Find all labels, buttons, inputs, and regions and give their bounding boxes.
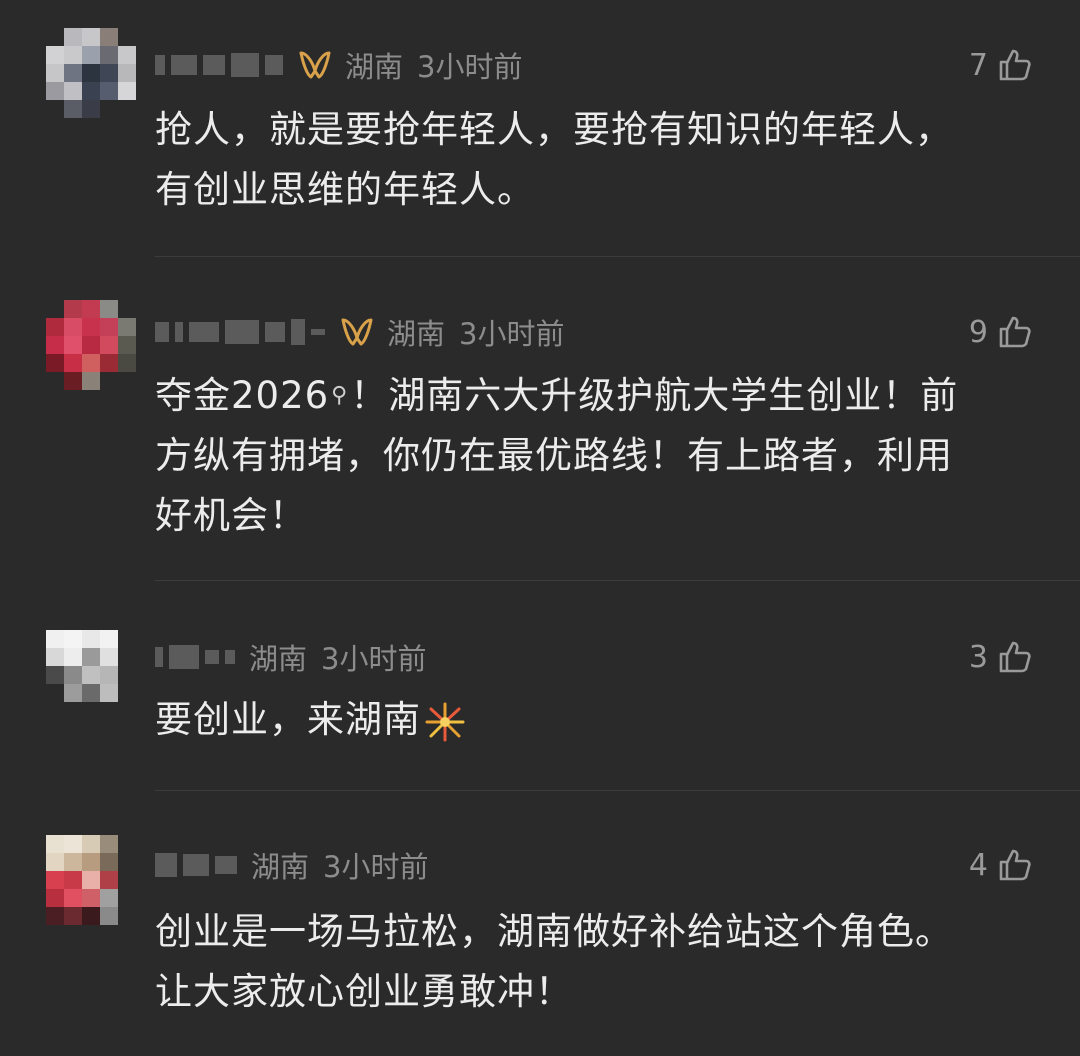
comment-text: 夺金2026⚲！湖南六大升级护航大学生创业！前 方纵有拥堵，你仍在最优路线！有上… bbox=[155, 366, 1040, 546]
like-button[interactable]: 4 bbox=[969, 845, 1032, 885]
username-redacted[interactable] bbox=[155, 312, 331, 352]
thumbs-up-icon bbox=[999, 49, 1031, 81]
comment-meta: 湖南 3小时前 bbox=[155, 637, 426, 677]
like-count: 7 bbox=[968, 47, 988, 83]
thumbs-up-icon bbox=[999, 316, 1031, 348]
comment-text-line: 方纵有拥堵，你仍在最优路线！有上路者，利用 bbox=[155, 434, 953, 477]
comment-text-segment: 夺金2026 bbox=[155, 374, 330, 417]
comment-location: 湖南 bbox=[249, 642, 308, 676]
thumbs-up-icon bbox=[999, 849, 1031, 881]
divider bbox=[155, 256, 1080, 257]
comment-meta: 湖南 3小时前 bbox=[155, 45, 522, 85]
like-count: 4 bbox=[968, 847, 988, 883]
gold-ribbon-badge-icon bbox=[299, 51, 331, 79]
like-button[interactable]: 9 bbox=[969, 312, 1032, 352]
comment-text-line: 创业是一场马拉松，湖南做好补给站这个角色。 bbox=[155, 910, 953, 953]
avatar[interactable] bbox=[46, 630, 136, 720]
comment-text-line: 让大家放心创业勇敢冲！ bbox=[155, 970, 573, 1013]
like-count: 9 bbox=[968, 314, 988, 350]
comment-text-line: 要创业，来湖南 bbox=[155, 690, 1040, 750]
fireworks-emoji bbox=[425, 702, 465, 741]
comment-time: 3小时前 bbox=[321, 642, 427, 676]
comment-text-segment: ！湖南六大升级护航大学生创业！前 bbox=[350, 374, 959, 417]
comment-text-line: 夺金2026⚲！湖南六大升级护航大学生创业！前 bbox=[155, 366, 1040, 426]
comment-time: 3小时前 bbox=[323, 850, 429, 884]
username-redacted[interactable] bbox=[155, 845, 243, 885]
comment-location: 湖南 bbox=[345, 50, 404, 84]
thumbs-up-icon bbox=[999, 641, 1031, 673]
comment-time: 3小时前 bbox=[417, 50, 523, 84]
username-redacted[interactable] bbox=[155, 45, 289, 85]
comment-text: 创业是一场马拉松，湖南做好补给站这个角色。 让大家放心创业勇敢冲！ bbox=[155, 902, 1040, 1022]
divider bbox=[155, 790, 1080, 791]
comment-text-segment: 要创业，来湖南 bbox=[155, 698, 421, 741]
comment-time: 3小时前 bbox=[459, 317, 565, 351]
avatar[interactable] bbox=[46, 300, 136, 390]
comment-text: 抢人，就是要抢年轻人，要抢有知识的年轻人， 有创业思维的年轻人。 bbox=[155, 100, 1040, 220]
search-icon[interactable]: ⚲ bbox=[331, 366, 348, 426]
gold-ribbon-badge-icon bbox=[341, 318, 373, 346]
divider bbox=[155, 580, 1080, 581]
like-button[interactable]: 3 bbox=[969, 637, 1032, 677]
comment-text: 要创业，来湖南 bbox=[155, 690, 1040, 750]
comment-location: 湖南 bbox=[251, 850, 310, 884]
avatar[interactable] bbox=[46, 28, 136, 118]
comment-text-line: 有创业思维的年轻人。 bbox=[155, 168, 535, 211]
comment-text-line: 好机会！ bbox=[155, 494, 307, 537]
username-redacted[interactable] bbox=[155, 637, 241, 677]
comment-location: 湖南 bbox=[387, 317, 446, 351]
avatar[interactable] bbox=[46, 835, 136, 925]
like-count: 3 bbox=[968, 639, 988, 675]
comment-meta: 湖南 3小时前 bbox=[155, 312, 564, 352]
like-button[interactable]: 7 bbox=[969, 45, 1032, 85]
comment-meta: 湖南 3小时前 bbox=[155, 845, 428, 885]
comment-text-line: 抢人，就是要抢年轻人，要抢有知识的年轻人， bbox=[155, 108, 953, 151]
